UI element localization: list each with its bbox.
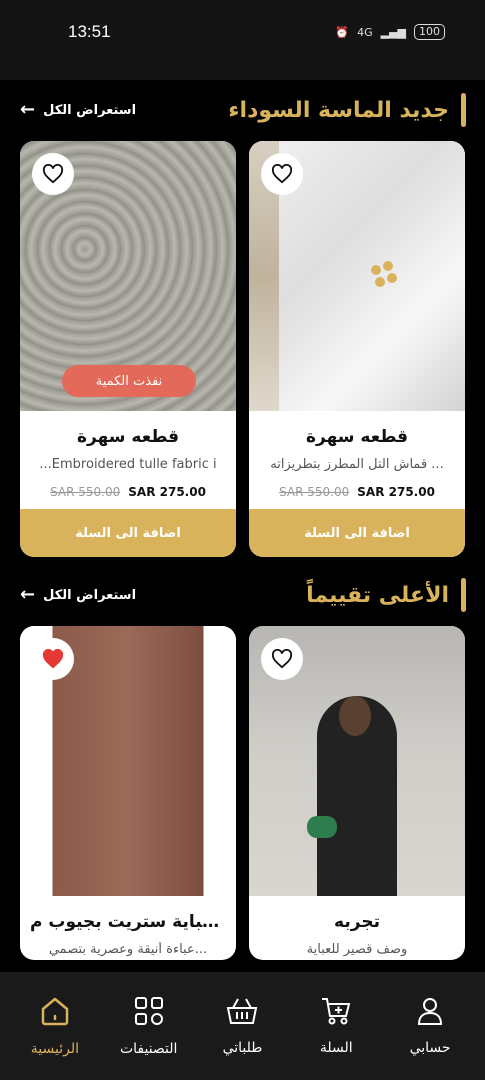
signal-icon: ▂▄▆ <box>380 25 406 39</box>
view-all-label: استعراض الكل <box>43 587 137 603</box>
basket-icon <box>227 998 258 1024</box>
section-header-top-rated: ← استعراض الكل الأعلى تقييماً <box>20 575 466 615</box>
status-icons: ⏰ 4G ▂▄▆ 100 <box>335 24 445 40</box>
arrow-left-icon: ← <box>20 584 36 605</box>
arrow-left-icon: ← <box>20 99 36 120</box>
heart-outline-icon <box>271 164 293 184</box>
product-card[interactable]: قطعه سهرة قماش التل المطرز بتطريزاته ...… <box>249 141 465 557</box>
favorite-button[interactable] <box>261 153 303 195</box>
favorite-button[interactable] <box>32 153 74 195</box>
old-price: SAR 550.00 <box>50 485 121 499</box>
heart-filled-icon <box>42 649 64 669</box>
section-title: جديد الماسة السوداء <box>228 97 449 123</box>
nav-label: الرئيسية <box>30 1041 79 1057</box>
heart-outline-icon <box>42 164 64 184</box>
title-accent-bar <box>461 578 466 612</box>
nav-item-home[interactable]: الرئيسية <box>12 995 98 1057</box>
nav-item-categories[interactable]: التصنيفات <box>106 995 192 1057</box>
product-image[interactable] <box>20 626 236 896</box>
bottom-navigation: حسابي السلة طلباتي التصنيفات الرئيسية <box>0 972 485 1080</box>
add-to-cart-button[interactable]: اضافة الى السلة <box>20 509 236 557</box>
product-image[interactable]: نفذت الكمية <box>20 141 236 411</box>
section-title: الأعلى تقييماً <box>306 582 449 608</box>
product-name[interactable]: قطعه سهرة <box>249 427 465 449</box>
home-icon <box>41 997 69 1026</box>
view-all-label: استعراض الكل <box>43 102 137 118</box>
product-description: عباءة أنيقة وعصرية بتصمي... <box>48 942 208 957</box>
nav-label: التصنيفات <box>119 1041 178 1057</box>
product-name[interactable]: قطعه سهرة <box>20 427 236 449</box>
battery-icon: 100 <box>414 24 445 40</box>
product-image[interactable] <box>249 626 465 896</box>
add-to-cart-button[interactable]: اضافة الى السلة <box>249 509 465 557</box>
favorite-button[interactable] <box>261 638 303 680</box>
nav-item-orders[interactable]: طلباتي <box>199 996 285 1056</box>
view-all-link-new[interactable]: ← استعراض الكل <box>20 101 136 119</box>
product-name[interactable]: تجربه <box>249 912 465 934</box>
nav-label: طلباتي <box>222 1040 263 1056</box>
product-card[interactable]: عباية ستريت بجيوب م... عباءة أنيقة وعصري… <box>20 626 236 960</box>
current-price: SAR 275.00 <box>357 485 435 499</box>
view-all-link-top-rated[interactable]: ← استعراض الكل <box>20 586 136 604</box>
product-description: وصف قصير للعباية <box>306 942 408 957</box>
product-prices: SAR 550.00 SAR 275.00 <box>20 485 236 499</box>
product-card[interactable]: نفذت الكمية قطعه سهرة ...Embroidered tul… <box>20 141 236 557</box>
product-name[interactable]: عباية ستريت بجيوب م... <box>20 912 236 934</box>
current-price: SAR 275.00 <box>128 485 206 499</box>
status-time: 13:51 <box>68 22 111 41</box>
heart-outline-icon <box>271 649 293 669</box>
old-price: SAR 550.00 <box>279 485 350 499</box>
title-accent-bar <box>461 93 466 127</box>
cart-icon <box>322 998 351 1025</box>
user-icon <box>418 998 443 1025</box>
grid-icon <box>134 997 163 1025</box>
alarm-icon: ⏰ <box>335 25 350 39</box>
product-card[interactable]: تجربه وصف قصير للعباية <box>249 626 465 960</box>
product-description: ...Embroidered tulle fabric i <box>39 457 217 472</box>
nav-item-account[interactable]: حسابي <box>387 996 473 1056</box>
product-prices: SAR 550.00 SAR 275.00 <box>249 485 465 499</box>
product-image[interactable] <box>249 141 465 411</box>
nav-label: حسابي <box>409 1040 451 1056</box>
network-icon: 4G <box>357 25 373 39</box>
status-bar: 13:51 ⏰ 4G ▂▄▆ 100 <box>0 0 485 80</box>
favorite-button[interactable] <box>32 638 74 680</box>
loading-dots-icon <box>367 259 401 293</box>
product-description: قماش التل المطرز بتطريزاته ... <box>270 457 444 472</box>
nav-label: السلة <box>319 1040 353 1056</box>
section-header-new: ← استعراض الكل جديد الماسة السوداء <box>20 90 466 130</box>
out-of-stock-badge: نفذت الكمية <box>62 365 196 397</box>
nav-item-cart[interactable]: السلة <box>293 996 379 1056</box>
